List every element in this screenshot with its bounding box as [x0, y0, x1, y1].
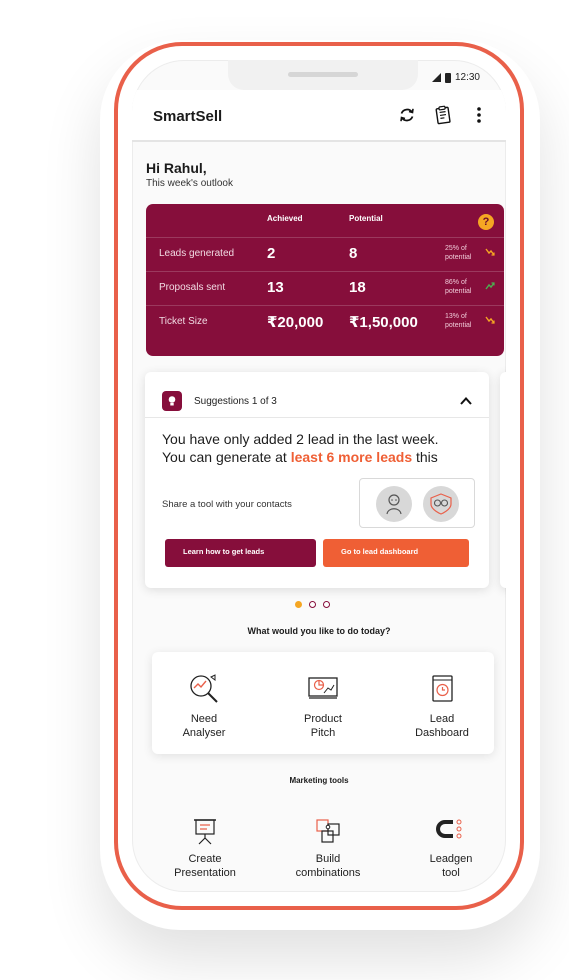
stats-row-label: Leads generated — [159, 248, 235, 259]
actions-card: Need Analyser Product Pitch Lead Dashboa… — [152, 652, 494, 754]
lead-dashboard-action[interactable]: Lead Dashboard — [392, 672, 492, 740]
stats-row-potential: 18 — [349, 279, 366, 296]
speaker-bar — [288, 72, 358, 77]
suggestion-line2-post: this — [412, 449, 438, 465]
next-suggestion-card[interactable] — [500, 372, 506, 588]
tool-label: Create — [188, 853, 222, 865]
suggestion-card: Suggestions 1 of 3 You have only added 2… — [145, 372, 489, 588]
suggestion-line2-pre: You can generate at — [162, 449, 291, 465]
easel-icon — [194, 819, 216, 845]
action-label: Pitch — [310, 727, 336, 739]
status-time: 12:30 — [454, 72, 480, 83]
learn-leads-button[interactable]: Learn how to get leads — [165, 539, 316, 567]
greeting-subtitle: This week's outlook — [146, 178, 233, 189]
tool-label: tool — [442, 867, 460, 879]
greeting-title: Hi Rahul, — [146, 160, 207, 176]
clock-book-icon — [432, 675, 453, 702]
chevron-up-icon[interactable] — [459, 394, 473, 408]
todo-title: What would you like to do today? — [247, 626, 391, 636]
carousel-dot[interactable] — [295, 601, 302, 608]
tool-label: Build — [315, 853, 341, 865]
build-combinations-tool[interactable]: Build combinations — [278, 816, 378, 880]
status-bar: 12:30 — [431, 72, 480, 83]
tool-label: Leadgen — [429, 853, 473, 865]
lead-dashboard-button[interactable]: Go to lead dashboard — [323, 539, 469, 567]
app-bar-actions — [396, 104, 490, 126]
need-analyser-action[interactable]: Need Analyser — [154, 672, 254, 740]
stats-row-percent: 86% of potential — [445, 279, 472, 295]
shareable-tools[interactable] — [359, 478, 475, 528]
baby-avatar-icon[interactable] — [376, 486, 412, 522]
trend-down-icon — [485, 316, 495, 327]
weekly-stats-card: Achieved Potential ? Leads generated 2 8… — [146, 204, 504, 356]
stats-row-achieved: 13 — [267, 279, 284, 296]
greeting: Hi Rahul, This week's outlook — [146, 160, 233, 189]
refresh-icon[interactable] — [396, 104, 418, 126]
help-icon[interactable]: ? — [478, 214, 494, 230]
phone-notch — [228, 60, 418, 90]
suggestion-line1: You have only added 2 lead in the last w… — [162, 431, 439, 447]
action-label: Analyser — [182, 727, 226, 739]
magnet-icon — [436, 819, 462, 839]
more-menu-icon[interactable] — [468, 104, 490, 126]
phone-frame: 12:30 SmartSell Hi Rahul, This week's ou… — [114, 42, 524, 910]
trend-down-icon — [485, 248, 495, 259]
notepad-icon[interactable] — [432, 104, 454, 126]
bulb-icon — [162, 391, 182, 411]
product-pitch-action[interactable]: Product Pitch — [273, 672, 373, 740]
share-tool-label: Share a tool with your contacts — [162, 499, 292, 510]
stats-row-leads: Leads generated 2 8 25% of potential — [146, 237, 504, 271]
stats-row-ticket: Ticket Size ₹20,000 ₹1,50,000 13% of pot… — [146, 305, 504, 339]
app-bar: SmartSell — [132, 90, 506, 142]
create-presentation-tool[interactable]: Create Presentation — [155, 816, 255, 880]
presentation-board-icon — [308, 677, 338, 699]
suggestion-header[interactable]: Suggestions 1 of 3 — [145, 372, 489, 418]
tool-label: combinations — [295, 867, 361, 879]
suggestion-highlight: least 6 more leads — [290, 449, 413, 465]
stats-row-potential: ₹1,50,000 — [349, 314, 418, 331]
puzzle-icon — [316, 819, 340, 843]
carousel-dot[interactable] — [323, 601, 330, 608]
elderly-couple-icon[interactable] — [423, 486, 459, 522]
stats-row-percent: 25% of potential — [445, 245, 472, 261]
tool-label: Presentation — [174, 867, 236, 879]
battery-icon — [444, 72, 451, 83]
stats-row-achieved: ₹20,000 — [267, 314, 324, 331]
app-screen: 12:30 SmartSell Hi Rahul, This week's ou… — [132, 60, 506, 892]
action-label: Dashboard — [415, 727, 469, 739]
stats-row-achieved: 2 — [267, 245, 276, 262]
suggestion-text: You have only added 2 lead in the last w… — [162, 430, 482, 466]
marketing-tools-title: Marketing tools — [289, 776, 349, 785]
potential-header: Potential — [349, 214, 383, 223]
stats-row-proposals: Proposals sent 13 18 86% of potential — [146, 271, 504, 305]
stats-row-label: Proposals sent — [159, 282, 226, 293]
magnifier-chart-icon — [190, 674, 218, 703]
trend-up-icon — [485, 282, 495, 293]
action-label: Need — [190, 713, 218, 725]
action-label: Product — [304, 713, 342, 725]
leadgen-tool[interactable]: Leadgen tool — [401, 816, 501, 880]
signal-icon — [431, 73, 441, 82]
action-label: Lead — [429, 713, 455, 725]
stats-row-potential: 8 — [349, 245, 358, 262]
suggestion-count: Suggestions 1 of 3 — [194, 396, 277, 407]
stats-row-percent: 13% of potential — [445, 313, 472, 329]
carousel-indicator — [295, 601, 330, 608]
stats-row-label: Ticket Size — [159, 316, 208, 327]
app-title: SmartSell — [153, 108, 223, 125]
carousel-dot[interactable] — [309, 601, 316, 608]
achieved-header: Achieved — [267, 214, 303, 223]
